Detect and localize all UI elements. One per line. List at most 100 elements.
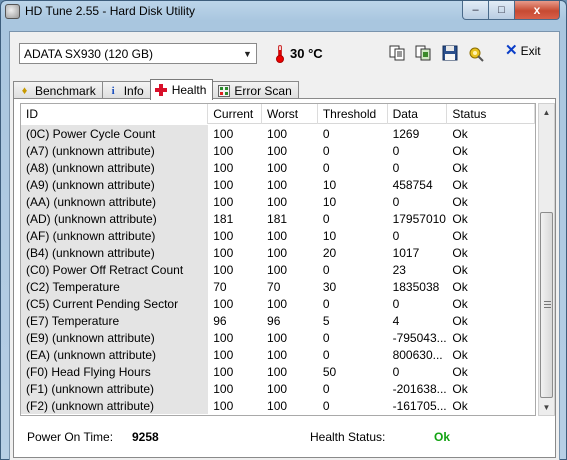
table-row[interactable]: (F0) Head Flying Hours 100 100 50 0 Ok — [21, 363, 535, 380]
cell-attribute-id: (E7) Temperature — [21, 312, 209, 329]
cell-threshold-value: 0 — [322, 262, 330, 277]
cell-threshold-value: 50 — [322, 364, 337, 379]
cell-threshold-value: 0 — [322, 143, 330, 158]
column-header-current[interactable]: Current — [208, 104, 263, 124]
cell-data-value: 0 — [392, 296, 400, 311]
cell-data-value: 0 — [392, 160, 400, 175]
cell-status-value: Ok — [452, 398, 468, 413]
minimize-button[interactable]: – — [462, 1, 489, 20]
column-header-data[interactable]: Data — [388, 104, 448, 124]
cell-data-value: 0 — [392, 143, 400, 158]
vertical-scrollbar[interactable]: ▲ ▼ — [538, 103, 555, 416]
health-status-value: Ok — [434, 430, 451, 444]
cell-data-value: 0 — [392, 194, 400, 209]
table-row[interactable]: (E9) (unknown attribute) 100 100 0 -795043..… — [21, 329, 535, 346]
table-row[interactable]: (A9) (unknown attribute) 100 100 10 458754 Ok — [21, 176, 535, 193]
cell-current-value: 100 — [213, 160, 234, 175]
cell-current-value: 100 — [213, 262, 234, 277]
cell-current-value: 100 — [213, 398, 234, 413]
cell-worst-value: 100 — [267, 262, 288, 277]
options-icon[interactable] — [467, 44, 485, 62]
copy-screenshot-icon[interactable] — [414, 44, 432, 62]
cell-current-value: 100 — [213, 245, 234, 260]
cell-threshold-value: 0 — [322, 126, 330, 141]
table-row[interactable]: (EA) (unknown attribute) 100 100 0 800630...… — [21, 346, 535, 363]
cell-threshold-value: 0 — [322, 160, 330, 175]
cell-attribute-id: (EA) (unknown attribute) — [21, 346, 209, 363]
temperature-value: 30 °C — [290, 46, 323, 61]
cell-current-value: 181 — [213, 211, 234, 226]
smart-table: ID Current Worst Threshold Data Status (… — [20, 103, 536, 416]
tab-strip: ♦ Benchmark i Info Health Error Scan — [13, 79, 299, 100]
cell-data-value: 1269 — [392, 126, 420, 141]
cell-worst-value: 100 — [267, 347, 288, 362]
tab-health[interactable]: Health — [149, 79, 214, 100]
cell-threshold-value: 0 — [322, 211, 330, 226]
hd-tune-app-icon[interactable] — [5, 4, 20, 19]
table-row[interactable]: (B4) (unknown attribute) 100 100 20 1017 Ok — [21, 244, 535, 261]
column-header-worst[interactable]: Worst — [262, 104, 318, 124]
scroll-up-icon[interactable]: ▲ — [539, 104, 554, 120]
chevron-down-icon[interactable]: ▼ — [239, 44, 256, 63]
benchmark-icon: ♦ — [21, 85, 28, 97]
cell-attribute-id: (0C) Power Cycle Count — [21, 125, 209, 142]
table-row[interactable]: (A7) (unknown attribute) 100 100 0 0 Ok — [21, 142, 535, 159]
cell-threshold-value: 10 — [322, 228, 337, 243]
cell-attribute-id: (C2) Temperature — [21, 278, 209, 295]
table-row[interactable]: (0C) Power Cycle Count 100 100 0 1269 Ok — [21, 125, 535, 142]
cell-worst-value: 100 — [267, 398, 288, 413]
cell-status-value: Ok — [452, 228, 468, 243]
table-row[interactable]: (F2) (unknown attribute) 100 100 0 -161705..… — [21, 397, 535, 414]
cell-data-value: 0 — [392, 364, 400, 379]
cell-worst-value: 181 — [267, 211, 288, 226]
cell-threshold-value: 0 — [322, 347, 330, 362]
table-row[interactable]: (E7) Temperature 96 96 5 4 Ok — [21, 312, 535, 329]
column-header-id[interactable]: ID — [21, 104, 209, 124]
table-row[interactable]: (F1) (unknown attribute) 100 100 0 -201638..… — [21, 380, 535, 397]
cell-threshold-value: 20 — [322, 245, 337, 260]
error-scan-icon — [217, 85, 230, 98]
table-row[interactable]: (AA) (unknown attribute) 100 100 10 0 Ok — [21, 193, 535, 210]
cell-current-value: 100 — [213, 126, 234, 141]
cell-current-value: 96 — [213, 313, 227, 328]
table-header: ID Current Worst Threshold Data Status — [21, 104, 535, 124]
cell-data-value: 0 — [392, 228, 400, 243]
copy-text-icon[interactable] — [388, 44, 406, 62]
window-controls: – □ x — [462, 1, 560, 20]
maximize-button[interactable]: □ — [489, 1, 515, 20]
cell-data-value: -201638... — [392, 381, 447, 396]
cell-current-value: 100 — [213, 228, 234, 243]
cell-threshold-value: 0 — [322, 330, 330, 345]
cell-threshold-value: 0 — [322, 398, 330, 413]
table-row[interactable]: (C2) Temperature 70 70 30 1835038 Ok — [21, 278, 535, 295]
cell-status-value: Ok — [452, 347, 468, 362]
close-button[interactable]: x — [515, 1, 560, 20]
column-header-status[interactable]: Status — [447, 104, 535, 124]
save-icon[interactable] — [441, 44, 459, 62]
table-row[interactable]: (C0) Power Off Retract Count 100 100 0 23 Ok — [21, 261, 535, 278]
cell-worst-value: 100 — [267, 194, 288, 209]
table-row[interactable]: (AF) (unknown attribute) 100 100 10 0 Ok — [21, 227, 535, 244]
exit-button[interactable]: ✕ Exit — [505, 43, 541, 58]
table-row[interactable]: (AD) (unknown attribute) 181 181 0 17957010 O… — [21, 210, 535, 227]
title-bar[interactable]: HD Tune 2.55 - Hard Disk Utility – □ x — [1, 1, 566, 23]
cell-current-value: 70 — [213, 279, 227, 294]
tab-health-label: Health — [171, 83, 207, 97]
status-footer: Power On Time: 9258 Health Status: Ok — [14, 421, 555, 451]
cell-worst-value: 100 — [267, 381, 288, 396]
scroll-down-icon[interactable]: ▼ — [539, 399, 554, 415]
cell-attribute-id: (B4) (unknown attribute) — [21, 244, 209, 261]
cell-status-value: Ok — [452, 313, 468, 328]
cell-data-value: 800630... — [392, 347, 443, 362]
table-row[interactable]: (C5) Current Pending Sector 100 100 0 0 Ok — [21, 295, 535, 312]
table-row[interactable]: (A8) (unknown attribute) 100 100 0 0 Ok — [21, 159, 535, 176]
cell-attribute-id: (E9) (unknown attribute) — [21, 329, 209, 346]
scrollbar-thumb[interactable] — [540, 212, 553, 398]
power-on-time-label: Power On Time: — [27, 430, 114, 444]
health-status-label: Health Status: — [310, 430, 386, 444]
cell-worst-value: 100 — [267, 245, 288, 260]
cell-threshold-value: 30 — [322, 279, 337, 294]
drive-select[interactable]: ADATA SX930 (120 GB) ▼ — [19, 43, 257, 64]
drive-select-value: ADATA SX930 (120 GB) — [24, 46, 153, 61]
column-header-threshold[interactable]: Threshold — [318, 104, 388, 124]
